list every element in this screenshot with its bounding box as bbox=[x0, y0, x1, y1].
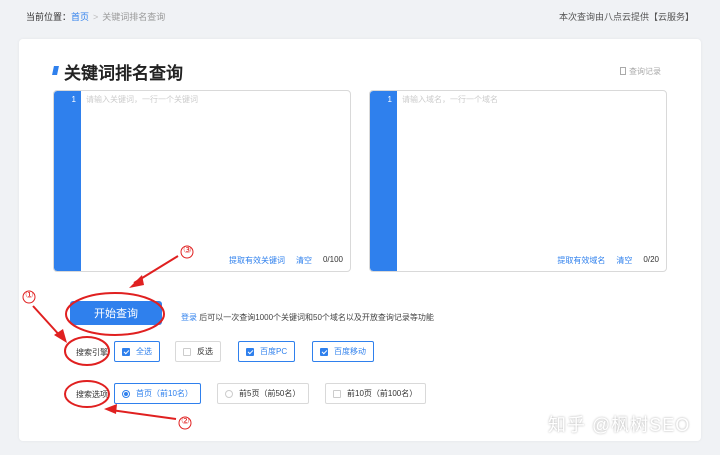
keyword-box: 1 提取有效关键词 清空 0/100 bbox=[53, 90, 351, 272]
query-card: 关键词排名查询 查询记录 1 提取有效关键词 清空 0/100 1 提取有效域名… bbox=[19, 39, 701, 441]
clear-domains-link[interactable]: 清空 bbox=[616, 255, 632, 266]
engine-option-baidu-pc[interactable]: 百度PC bbox=[238, 341, 295, 362]
radio-empty-icon bbox=[225, 389, 233, 398]
domain-counter: 0/20 bbox=[643, 255, 659, 264]
engine-option-label: 百度移动 bbox=[334, 347, 366, 356]
annotation-number-two: ② bbox=[181, 416, 190, 427]
document-icon bbox=[620, 67, 626, 75]
range-row-label: 搜索选项 bbox=[76, 390, 108, 399]
checkbox-unchecked-icon bbox=[183, 347, 191, 356]
checkbox-unchecked-icon bbox=[333, 389, 341, 398]
extract-keywords-link[interactable]: 提取有效关键词 bbox=[229, 255, 285, 266]
breadcrumb-current: 关键词排名查询 bbox=[102, 12, 166, 22]
engine-option-label: 百度PC bbox=[260, 347, 288, 356]
extract-domains-link[interactable]: 提取有效域名 bbox=[557, 255, 605, 266]
keyword-counter: 0/100 bbox=[322, 255, 343, 264]
engine-option-select-all[interactable]: 全选 bbox=[114, 341, 160, 362]
engine-option-baidu-mobile[interactable]: 百度移动 bbox=[312, 341, 374, 362]
radio-selected-icon bbox=[122, 389, 130, 398]
annotation-number-three: ③ bbox=[183, 245, 192, 256]
engine-row-label: 搜索引擎 bbox=[76, 348, 108, 357]
range-option-label: 前5页（前50名） bbox=[239, 389, 301, 398]
breadcrumb: 当前位置：首页 > 关键词排名查询 bbox=[26, 10, 165, 23]
domain-box-footer: 提取有效域名 清空 0/20 bbox=[557, 255, 659, 266]
engine-option-invert[interactable]: 反选 bbox=[175, 341, 221, 362]
engine-option-label: 反选 bbox=[197, 347, 213, 356]
domain-box: 1 提取有效域名 清空 0/20 bbox=[369, 90, 667, 272]
checkbox-checked-icon bbox=[122, 347, 130, 356]
top-bar: 当前位置：首页 > 关键词排名查询 本次查询由八点云提供【云服务】 bbox=[0, 0, 720, 28]
range-option-page5[interactable]: 前5页（前50名） bbox=[217, 383, 309, 404]
start-query-button[interactable]: 开始查询 bbox=[70, 301, 162, 325]
range-option-label: 前10页（前100名） bbox=[347, 389, 418, 398]
history-link[interactable]: 查询记录 bbox=[620, 66, 661, 77]
breadcrumb-prefix: 当前位置： bbox=[26, 12, 72, 22]
title-accent-icon bbox=[52, 66, 59, 75]
login-link[interactable]: 登录 bbox=[181, 313, 197, 322]
checkbox-checked-icon bbox=[246, 347, 254, 356]
keyword-line-number: 1 bbox=[71, 95, 76, 104]
breadcrumb-home-link[interactable]: 首页 bbox=[71, 12, 89, 22]
breadcrumb-separator: > bbox=[93, 12, 99, 22]
login-tip: 登录 后可以一次查询1000个关键词和50个域名以及开放查询记录等功能 bbox=[181, 312, 434, 323]
domain-line-gutter: 1 bbox=[370, 91, 397, 271]
keyword-line-gutter: 1 bbox=[54, 91, 81, 271]
keyword-box-footer: 提取有效关键词 清空 0/100 bbox=[229, 255, 343, 266]
watermark: 知乎 @枫树SEO bbox=[548, 415, 691, 435]
login-tip-text: 后可以一次查询1000个关键词和50个域名以及开放查询记录等功能 bbox=[199, 313, 434, 322]
provider-text: 本次查询由八点云提供【云服务】 bbox=[558, 12, 694, 22]
range-option-page10[interactable]: 前10页（前100名） bbox=[325, 383, 426, 404]
keyword-input[interactable] bbox=[86, 94, 336, 124]
engine-option-label: 全选 bbox=[136, 347, 152, 356]
checkbox-checked-icon bbox=[320, 347, 328, 356]
clear-keywords-link[interactable]: 清空 bbox=[296, 255, 312, 266]
domain-input[interactable] bbox=[402, 94, 652, 124]
annotation-number-one: ① bbox=[25, 290, 34, 301]
domain-line-number: 1 bbox=[387, 95, 392, 104]
page-title: 关键词排名查询 bbox=[64, 64, 183, 83]
range-option-page1[interactable]: 首页（前10名） bbox=[114, 383, 201, 404]
range-option-label: 首页（前10名） bbox=[136, 389, 193, 398]
history-label: 查询记录 bbox=[629, 67, 661, 76]
